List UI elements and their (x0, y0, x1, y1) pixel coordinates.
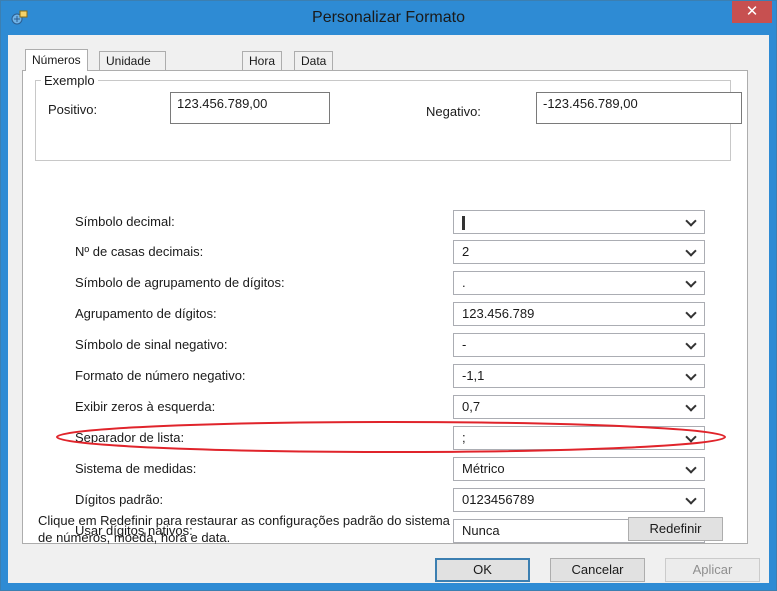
customize-format-dialog: Personalizar Formato ✕ Números Unidade M… (0, 0, 777, 591)
window-title: Personalizar Formato (312, 9, 465, 26)
digit-grouping-symbol-value: . (462, 275, 466, 290)
ok-button[interactable]: OK (435, 558, 530, 582)
tab-numeros[interactable]: Números (25, 49, 88, 71)
negative-sign-label: Símbolo de sinal negativo: (75, 337, 228, 352)
negative-format-combo[interactable]: -1,1 (453, 364, 705, 388)
decimal-places-value: 2 (462, 244, 470, 259)
chevron-down-icon (686, 430, 696, 444)
list-separator-label: Separador de lista: (75, 430, 185, 445)
negative-label: Negativo: (426, 104, 481, 119)
standard-digits-value: 0123456789 (462, 492, 535, 507)
standard-digits-combo[interactable]: 0123456789 (453, 488, 705, 512)
positive-label: Positivo: (48, 102, 98, 117)
chevron-down-icon (686, 306, 696, 320)
example-group: Exemplo Positivo: 123.456.789,00 Negativ… (35, 73, 742, 161)
leading-zeros-value: 0,7 (462, 399, 481, 414)
window-frame-left (1, 35, 8, 590)
measurement-system-value: Métrico (462, 461, 505, 476)
measurement-system-combo[interactable]: Métrico (453, 457, 705, 481)
chevron-down-icon (686, 461, 696, 475)
text-caret (462, 215, 465, 230)
chevron-down-icon (686, 492, 696, 506)
digit-grouping-value: 123.456.789 (462, 306, 535, 321)
reset-info-line-2: de números, moeda, hora e data. (38, 530, 231, 545)
apply-button[interactable]: Aplicar (665, 558, 760, 582)
list-separator-value: ; (462, 430, 466, 445)
leading-zeros-combo[interactable]: 0,7 (453, 395, 705, 419)
reset-info-text: Clique em Redefinir para restaurar as co… (38, 512, 598, 546)
leading-zeros-label: Exibir zeros à esquerda: (75, 399, 216, 414)
tab-unidade-monetaria[interactable]: Unidade Monetária (99, 51, 167, 86)
reset-info-line-1: Clique em Redefinir para restaurar as co… (38, 513, 450, 528)
title-bar[interactable]: Personalizar Formato ✕ (1, 1, 776, 35)
negative-format-value: -1,1 (462, 368, 485, 383)
digit-grouping-symbol-label: Símbolo de agrupamento de dígitos: (75, 275, 285, 290)
measurement-system-label: Sistema de medidas: (75, 461, 197, 476)
decimal-symbol-label: Símbolo decimal: (75, 214, 175, 229)
chevron-down-icon (686, 368, 696, 382)
standard-digits-label: Dígitos padrão: (75, 492, 164, 507)
tab-hora[interactable]: Hora (242, 51, 283, 70)
chevron-down-icon (686, 214, 696, 228)
chevron-down-icon (686, 337, 696, 351)
window-frame-right (769, 35, 776, 590)
close-button[interactable]: ✕ (732, 1, 772, 23)
negative-sign-combo[interactable]: - (453, 333, 705, 357)
digit-grouping-symbol-combo[interactable]: . (453, 271, 705, 295)
reset-button[interactable]: Redefinir (628, 517, 723, 541)
example-legend: Exemplo (44, 73, 95, 88)
numbers-tab-panel: Exemplo Positivo: 123.456.789,00 Negativ… (22, 70, 748, 544)
chevron-down-icon (686, 275, 696, 289)
negative-sign-value: - (462, 337, 467, 352)
decimal-symbol-combo[interactable] (453, 210, 705, 234)
cancel-button[interactable]: Cancelar (550, 558, 645, 582)
decimal-places-label: Nº de casas decimais: (75, 244, 204, 259)
dialog-content: Números Unidade Monetária Hora Data Exem… (8, 35, 769, 583)
chevron-down-icon (686, 244, 696, 258)
digit-grouping-label: Agrupamento de dígitos: (75, 306, 217, 321)
negative-format-label: Formato de número negativo: (75, 368, 246, 383)
decimal-places-combo[interactable]: 2 (453, 240, 705, 264)
negative-example-box: -123.456.789,00 (536, 92, 742, 124)
window-frame-bottom (1, 583, 776, 590)
tab-data[interactable]: Data (294, 51, 334, 70)
list-separator-combo[interactable]: ; (453, 426, 705, 450)
positive-example-box: 123.456.789,00 (170, 92, 330, 124)
chevron-down-icon (686, 399, 696, 413)
digit-grouping-combo[interactable]: 123.456.789 (453, 302, 705, 326)
